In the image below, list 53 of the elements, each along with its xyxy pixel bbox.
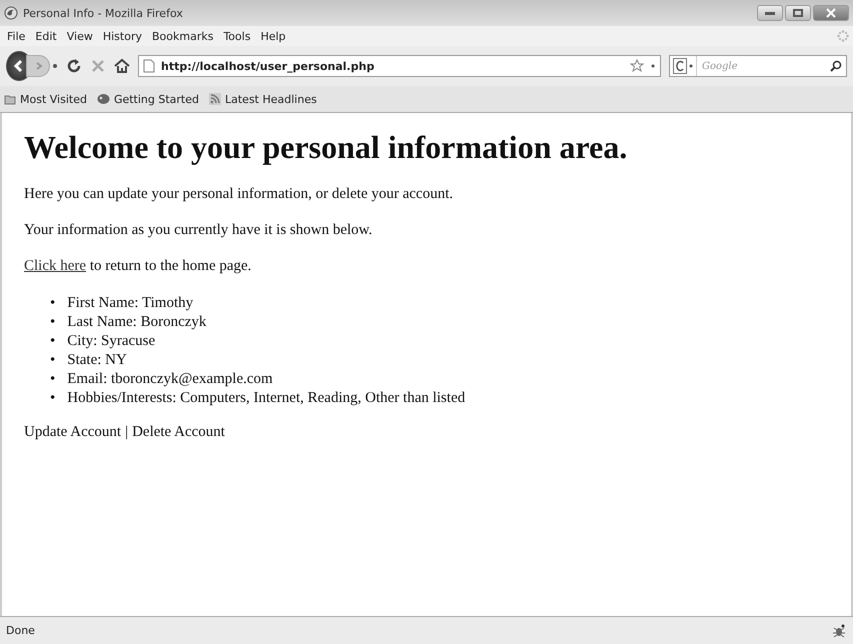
history-dropdown-icon[interactable]	[52, 63, 58, 69]
bullet-mark: •	[50, 294, 56, 313]
maximize-button[interactable]	[785, 5, 811, 21]
status-text: Done	[6, 624, 35, 637]
account-link[interactable]: Update Account	[24, 424, 122, 441]
search-bar[interactable]: Google	[669, 55, 847, 77]
info-item: Hobbies/Interests: Computers, Internet, Reading, Other than listed	[67, 389, 466, 408]
menu-item[interactable]: View	[64, 30, 96, 42]
info-item: Last Name: Boronczyk	[67, 313, 206, 332]
info-item: First Name: Timothy	[67, 294, 194, 313]
forward-button[interactable]	[26, 55, 50, 77]
paragraph: Here you can update your personal information, or delete your account.	[24, 186, 454, 203]
address-bar[interactable]: http://localhost/user_personal.php	[138, 55, 661, 77]
menu-item[interactable]: History	[100, 30, 145, 42]
folder-icon	[4, 93, 16, 105]
feed-icon	[209, 93, 221, 105]
star-icon[interactable]	[630, 59, 644, 73]
window-title: Personal Info - Mozilla Firefox	[23, 6, 183, 20]
return-text: Click here to return to the home page.	[24, 258, 252, 275]
close-button[interactable]	[813, 5, 849, 21]
search-icon[interactable]	[830, 60, 842, 72]
info-item: Email: tboronczyk@example.com	[67, 370, 273, 389]
menu-item[interactable]: Edit	[32, 30, 60, 42]
menu-item[interactable]: File	[4, 30, 28, 42]
search-engine-icon[interactable]	[670, 56, 697, 76]
reload-icon[interactable]	[66, 58, 82, 74]
bookmark-link[interactable]: Most Visited	[4, 92, 87, 106]
close-icon	[826, 8, 836, 18]
minimize-icon	[765, 12, 775, 14]
home-icon[interactable]	[114, 58, 130, 74]
bullet-mark: •	[50, 370, 56, 389]
bullet-mark: •	[50, 389, 56, 408]
info-item: State: NY	[67, 351, 127, 370]
page-heading: Welcome to your personal information area.	[24, 129, 628, 166]
bug-icon	[831, 622, 847, 638]
paragraph: Your information as you currently have it is shown below.	[24, 222, 372, 239]
separator-text: |	[125, 424, 128, 441]
bookmark-link[interactable]: Latest Headlines	[209, 92, 317, 106]
minimize-button[interactable]	[757, 5, 783, 21]
home-link[interactable]: Click here	[24, 258, 86, 274]
bookmark-link[interactable]: Getting Started	[96, 92, 199, 106]
bullet-mark: •	[50, 351, 56, 370]
account-link[interactable]: Delete Account	[132, 424, 225, 441]
page-icon	[143, 59, 155, 73]
menu-item[interactable]: Help	[258, 30, 289, 42]
menu-item[interactable]: Tools	[220, 30, 254, 42]
bullet-mark: •	[50, 313, 56, 332]
throbber-icon	[837, 30, 849, 42]
bullet-mark: •	[50, 332, 56, 351]
dropdown-icon[interactable]	[650, 63, 656, 69]
menu-item[interactable]: Bookmarks	[148, 30, 216, 42]
maximize-icon	[793, 9, 803, 17]
info-item: City: Syracuse	[67, 332, 156, 351]
